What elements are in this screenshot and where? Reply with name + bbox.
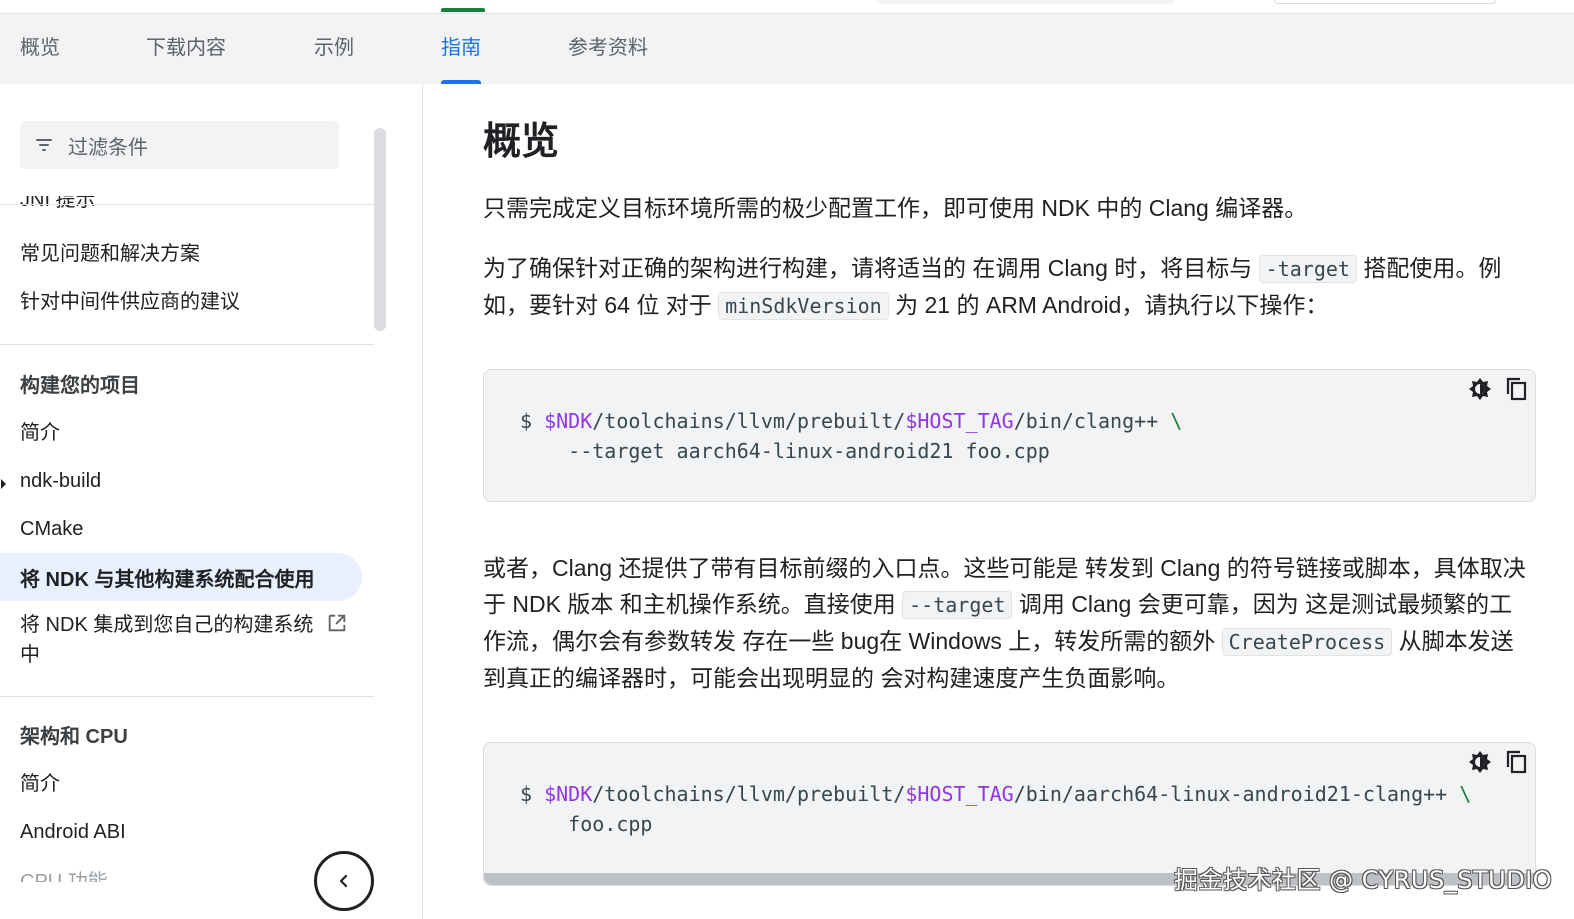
sidebar-heading-build: 构建您的项目 <box>20 375 140 397</box>
page-title: 概览 <box>483 121 560 163</box>
code-block-clang-target: $ $NDK/toolchains/llvm/prebuilt/$HOST_TA… <box>483 369 1536 502</box>
expand-caret-icon[interactable] <box>1 479 6 489</box>
tab-overview[interactable]: 概览 <box>20 14 60 84</box>
account-box-edge[interactable] <box>1274 0 1496 4</box>
sidebar-item-ndk-build[interactable]: ndk-build <box>20 467 101 495</box>
filter-placeholder: 过滤条件 <box>68 136 148 159</box>
collapse-sidebar-button[interactable] <box>314 851 374 911</box>
chevron-left-icon <box>339 874 348 888</box>
sidebar-item-intro[interactable]: 简介 <box>20 419 60 447</box>
paragraph-entry-points: 或者，Clang 还提供了带有目标前缀的入口点。这些可能是 转发到 Clang … <box>483 555 1526 691</box>
main-content: 概览 只需完成定义目标环境所需的极少配置工作，即可使用 NDK 中的 Clang… <box>423 84 1574 919</box>
filter-input[interactable]: 过滤条件 <box>20 121 339 169</box>
inline-code-minsdk: minSdkVersion <box>718 292 889 320</box>
theme-toggle-icon[interactable] <box>1467 376 1493 402</box>
top-app-bar-edge <box>0 0 1574 14</box>
sidebar-item-integrate-ndk[interactable]: 将 NDK 集成到您自己的构建系统中 <box>20 610 320 670</box>
copy-icon[interactable] <box>1503 749 1529 775</box>
inline-code-target-flag: --target <box>902 591 1013 619</box>
tab-samples[interactable]: 示例 <box>314 14 354 84</box>
watermark: 掘金技术社区 @ CYRUS_STUDIO <box>1174 866 1553 894</box>
search-box-edge[interactable] <box>876 0 1174 4</box>
sidebar-item-middleware[interactable]: 针对中间件供应商的建议 <box>20 288 240 316</box>
code-text: $ $NDK/toolchains/llvm/prebuilt/$HOST_TA… <box>520 409 1183 463</box>
sidebar-item-other-build-systems[interactable]: 将 NDK 与其他构建系统配合使用 <box>0 553 362 601</box>
sidebar-scrollbar[interactable] <box>374 128 386 331</box>
paragraph-intro: 只需完成定义目标环境所需的极少配置工作，即可使用 NDK 中的 Clang 编译… <box>483 195 1308 221</box>
tab-reference[interactable]: 参考资料 <box>568 14 648 84</box>
filter-icon <box>36 139 52 151</box>
inline-code-target: -target <box>1258 255 1357 283</box>
sidebar: 过滤条件 JNI 提示 常见问题和解决方案 针对中间件供应商的建议 构建您的项目… <box>0 84 388 919</box>
inline-code-createprocess: CreateProcess <box>1221 628 1393 656</box>
sidebar-item-cpu-features[interactable]: CPU 功能 <box>20 870 320 882</box>
tab-downloads[interactable]: 下载内容 <box>146 14 226 84</box>
code-text: $ $NDK/toolchains/llvm/prebuilt/$HOST_TA… <box>520 782 1472 836</box>
copy-icon[interactable] <box>1503 376 1529 402</box>
sidebar-item-android-abi[interactable]: Android ABI <box>20 818 126 846</box>
filter-divider <box>0 204 374 205</box>
section-divider <box>0 696 374 697</box>
theme-toggle-icon[interactable] <box>1467 749 1493 775</box>
sidebar-item-arch-intro[interactable]: 简介 <box>20 770 60 798</box>
section-indicator <box>441 8 485 12</box>
sidebar-item-cmake[interactable]: CMake <box>20 515 83 543</box>
sidebar-heading-arch: 架构和 CPU <box>20 726 128 748</box>
section-divider <box>0 344 374 345</box>
tab-bar: 概览 下载内容 示例 指南 参考资料 <box>0 14 1574 84</box>
paragraph-target: 为了确保针对正确的架构进行构建，请将适当的 在调用 Clang 时，将目标与 -… <box>483 255 1502 320</box>
tab-guides[interactable]: 指南 <box>441 14 481 84</box>
sidebar-item-faq[interactable]: 常见问题和解决方案 <box>20 240 200 268</box>
external-link-icon <box>328 614 346 632</box>
